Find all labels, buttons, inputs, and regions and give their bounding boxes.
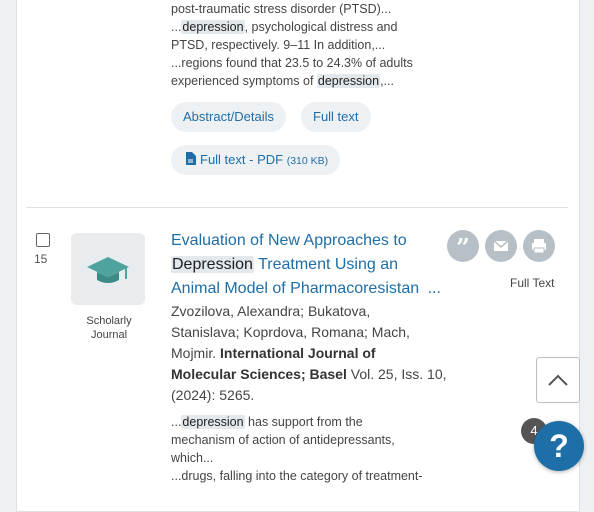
print-button[interactable] xyxy=(523,230,555,262)
graduation-cap-icon xyxy=(87,257,129,283)
snippet-line: ...regions found that 23.5 to 24.3% of a… xyxy=(171,56,413,70)
result-title[interactable]: Evaluation of New Approaches to Depressi… xyxy=(171,229,451,301)
journal-name: Molecular Sciences; Basel xyxy=(171,366,347,382)
full-text-availability: Full Text xyxy=(510,276,555,290)
help-button[interactable]: ? xyxy=(534,421,584,471)
search-term-highlight: Depression xyxy=(171,256,254,273)
abstract-details-link[interactable]: Abstract/Details xyxy=(171,102,287,132)
quote-icon: ” xyxy=(456,233,470,262)
snippet-line: ...drugs, falling into the category of t… xyxy=(171,469,423,483)
full-text-link[interactable]: Full text xyxy=(301,102,371,132)
back-to-top-button[interactable] xyxy=(536,357,580,403)
journal-name: International Journal of xyxy=(220,345,376,361)
search-term-highlight: depression xyxy=(181,20,245,34)
snippet-line: ...depression, psychological distress an… xyxy=(171,20,398,34)
search-term-highlight: depression xyxy=(316,74,381,88)
svg-text:”: ” xyxy=(456,233,470,262)
envelope-icon xyxy=(493,240,509,251)
snippet-line: post-traumatic stress disorder (PTSD)... xyxy=(171,2,392,16)
result-divider xyxy=(26,207,568,208)
snippet-line: mechanism of action of antidepressants, xyxy=(171,433,395,447)
result-authors: Zvozilova, Alexandra; Bukatova, Stanisla… xyxy=(171,303,447,403)
snippet-line: experienced symptoms of depression,... xyxy=(171,74,394,88)
snippet-line: ...depression has support from the xyxy=(171,415,363,429)
source-type-thumbnail xyxy=(71,233,145,305)
snippet-line: which... xyxy=(171,451,214,465)
full-text-pdf-link[interactable]: Full text - PDF (310 KB) xyxy=(171,145,341,175)
source-type-label: Scholarly Journal xyxy=(86,315,132,341)
select-result-checkbox[interactable] xyxy=(36,233,50,247)
pdf-icon xyxy=(186,152,196,165)
cite-button[interactable]: ” xyxy=(447,230,479,262)
printer-icon xyxy=(532,239,546,254)
snippet-line: PTSD, respectively. 9–11 In addition,... xyxy=(171,38,386,52)
chevron-up-icon xyxy=(548,374,568,386)
result-index: 15 xyxy=(34,252,48,266)
email-button[interactable] xyxy=(485,230,517,262)
search-term-highlight: depression xyxy=(181,415,245,429)
